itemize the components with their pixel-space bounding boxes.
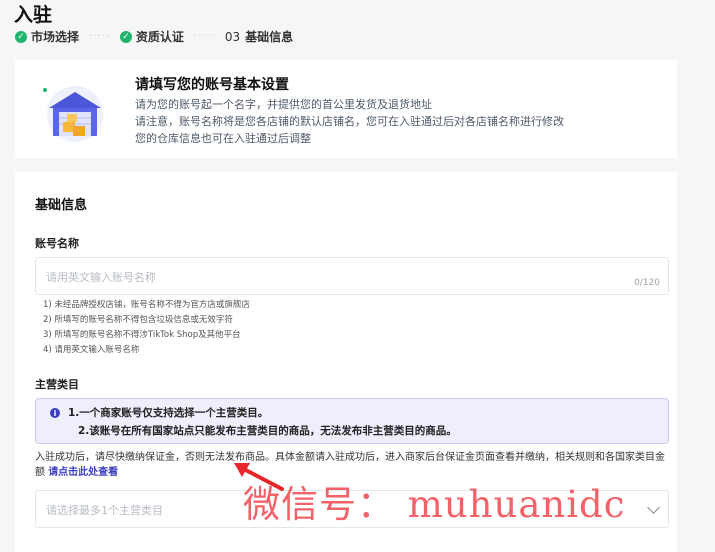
intro-line: 您的仓库信息也可在入驻通过后调整	[135, 132, 311, 145]
account-name-input[interactable]: 请用英文输入账号名称 0/120	[35, 257, 669, 295]
step-number: 03	[224, 29, 241, 44]
intro-line: 请为您的账号起一个名字，并提供您的首公里发货及退货地址	[135, 98, 432, 111]
step-market: ✓ 市场选择	[15, 28, 79, 45]
intro-line: 请注意，账号名称将是您各店铺的默认店铺名，您可在入驻通过后对各店铺名称进行修改	[135, 115, 564, 128]
step-divider: ·····	[89, 31, 110, 42]
progress-steps: ✓ 市场选择 ····· ✓ 资质认证 ····· 03 基础信息	[15, 28, 293, 45]
step-label: 市场选择	[31, 30, 80, 44]
intro-title: 请填写您的账号基本设置	[135, 77, 289, 93]
info-icon: i	[50, 408, 60, 418]
step-label: 基础信息	[245, 30, 294, 44]
char-counter: 0/120	[634, 278, 660, 288]
step-label: 资质认证	[135, 30, 184, 44]
account-name-hint: 1) 未经品牌授权店铺，账号名称不得为官方店或旗舰店	[43, 300, 250, 310]
intro-card: 请填写您的账号基本设置 请为您的账号起一个名字，并提供您的首公里发货及退货地址 …	[15, 60, 677, 158]
chevron-down-icon	[647, 501, 660, 514]
view-details-link[interactable]: 请点击此处查看	[48, 467, 118, 478]
account-name-hint: 2) 所填写的账号名称不得包含垃圾信息或无效字符	[43, 315, 233, 325]
account-name-hint: 3) 所填写的账号名称不得涉TikTok Shop及其他平台	[43, 330, 241, 340]
main-category-label: 主营类目	[35, 378, 79, 391]
account-name-label: 账号名称	[35, 237, 79, 250]
check-circle-icon: ✓	[15, 30, 27, 43]
account-name-hint: 4) 请用英文输入账号名称	[43, 345, 140, 355]
step-basic-info: 03 基础信息	[225, 28, 293, 45]
warehouse-illustration-icon	[43, 86, 103, 142]
check-circle-icon: ✓	[119, 30, 132, 43]
notice-line: 2.该账号在所有国家站点只能发布主营类目的商品，无法发布非主营类目的商品。	[78, 425, 457, 437]
account-name-placeholder: 请用英文输入账号名称	[46, 271, 156, 284]
page-title: 入驻	[14, 4, 53, 26]
step-divider: ·····	[193, 31, 215, 42]
watermark: 微信号： muhuanidc	[243, 483, 626, 526]
step-qualification: ✓ 资质认证	[119, 28, 184, 45]
category-notice: i 1.一个商家账号仅支持选择一个主营类目。 2.该账号在所有国家站点只能发布主…	[35, 398, 669, 444]
section-title: 基础信息	[35, 198, 88, 213]
notice-line: 1.一个商家账号仅支持选择一个主营类目。	[68, 407, 269, 419]
category-placeholder: 请选择最多1个主营类目	[46, 504, 163, 517]
